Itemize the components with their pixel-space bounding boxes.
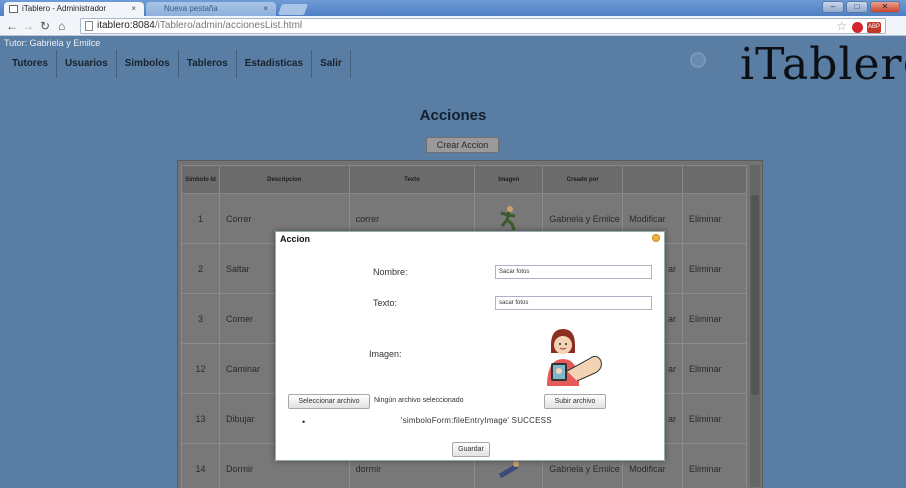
- menu-item-usuarios[interactable]: Usuarios: [57, 50, 117, 78]
- screen: iTablero - Administrador × Nueva pestaña…: [0, 0, 906, 488]
- extension-icon[interactable]: [852, 22, 863, 33]
- dialog-close-icon[interactable]: [652, 234, 660, 242]
- cell-id: 14: [181, 443, 220, 488]
- selfie-photo-icon: [541, 323, 609, 386]
- tutor-label: Tutor: Gabriela y Emilce: [4, 38, 101, 48]
- upload-file-button[interactable]: Subir archivo: [544, 394, 606, 409]
- delete-link[interactable]: Eliminar: [682, 393, 747, 444]
- imagen-label: Imagen:: [369, 349, 402, 359]
- upload-success-message: 'simboloForm:fileEntryImage' SUCCESS: [401, 416, 552, 425]
- col-header-modificar: [622, 165, 684, 194]
- delete-link[interactable]: Eliminar: [682, 193, 747, 244]
- file-status-text: Ningún archivo seleccionado: [374, 397, 464, 404]
- tab-label: Nueva pestaña: [164, 4, 218, 13]
- url-path: /iTablero/admin/accionesList.html: [154, 20, 303, 31]
- forward-arrow-icon[interactable]: →: [22, 19, 34, 33]
- nombre-label: Nombre:: [373, 267, 408, 277]
- home-icon[interactable]: ⌂: [58, 19, 65, 33]
- main-menu: Tutores Usuarios Simbolos Tableros Estad…: [4, 50, 351, 78]
- bullet-icon: •: [302, 417, 306, 427]
- reload-icon[interactable]: ↻: [40, 19, 50, 33]
- texto-input[interactable]: sacar fotos: [495, 296, 652, 310]
- tab-label: iTablero - Administrador: [22, 4, 107, 13]
- page-icon: [85, 21, 93, 31]
- address-bar[interactable]: itablero:8084/iTablero/admin/accionesLis…: [80, 18, 886, 34]
- dialog-title: Accion: [280, 234, 311, 244]
- delete-link[interactable]: Eliminar: [682, 293, 747, 344]
- table-header-row: Simbolo Id Descripcion Texto Imagen Crea…: [181, 165, 747, 194]
- col-header-eliminar: [682, 165, 747, 194]
- save-button[interactable]: Guardar: [452, 442, 490, 457]
- delete-link[interactable]: Eliminar: [682, 343, 747, 394]
- delete-link[interactable]: Eliminar: [682, 443, 747, 488]
- col-header-creado-por: Creado por: [542, 165, 624, 194]
- page-favicon-icon: [9, 5, 18, 13]
- browser-tabbar: iTablero - Administrador × Nueva pestaña…: [0, 0, 906, 16]
- window-controls: – □ ✕: [822, 1, 900, 13]
- table-scrollbar[interactable]: [750, 165, 760, 487]
- adblock-icon[interactable]: ABP: [867, 22, 881, 33]
- back-arrow-icon[interactable]: ←: [6, 19, 18, 33]
- new-tab-button[interactable]: [277, 4, 309, 15]
- delete-link[interactable]: Eliminar: [682, 243, 747, 294]
- col-header-imagen: Imagen: [474, 165, 544, 194]
- menu-item-salir[interactable]: Salir: [312, 50, 351, 78]
- url-host: itablero:8084: [97, 20, 155, 31]
- cell-id: 3: [181, 293, 220, 344]
- maximize-button[interactable]: □: [846, 1, 868, 13]
- tab-itablero[interactable]: iTablero - Administrador ×: [4, 2, 144, 16]
- accion-dialog: Accion Nombre: Sacar fotos Texto: sacar …: [275, 231, 665, 461]
- minimize-button[interactable]: –: [822, 1, 844, 13]
- app-header: Tutor: Gabriela y Emilce Tutores Usuario…: [0, 37, 906, 97]
- nombre-input[interactable]: Sacar fotos: [495, 265, 652, 279]
- dialog-header: Accion: [276, 232, 664, 246]
- bookmark-star-icon[interactable]: ☆: [836, 19, 847, 33]
- logo-text: iTabler: [740, 39, 903, 90]
- menu-item-tableros[interactable]: Tableros: [179, 50, 237, 78]
- cell-id: 1: [181, 193, 220, 244]
- tab-close-icon[interactable]: ×: [263, 2, 268, 16]
- running-figure-icon: [497, 204, 521, 230]
- close-window-button[interactable]: ✕: [870, 1, 900, 13]
- cell-id: 13: [181, 393, 220, 444]
- table-scrollbar-thumb[interactable]: [751, 195, 759, 395]
- cell-id: 12: [181, 343, 220, 394]
- col-header-texto: Texto: [348, 165, 476, 194]
- tab-new[interactable]: Nueva pestaña ×: [146, 2, 276, 16]
- menu-item-tutores[interactable]: Tutores: [4, 50, 57, 78]
- browser-toolbar: ← → ↻ ⌂ itablero:8084/iTablero/admin/acc…: [0, 16, 906, 36]
- page-title: Acciones: [419, 107, 487, 124]
- col-header-descripcion: Descripcion: [218, 165, 350, 194]
- tab-close-icon[interactable]: ×: [131, 2, 136, 16]
- create-action-button[interactable]: Crear Accion: [426, 137, 499, 153]
- select-file-button[interactable]: Seleccionar archivo: [288, 394, 370, 409]
- menu-item-estadisticas[interactable]: Estadisticas: [237, 50, 313, 78]
- texto-label: Texto:: [373, 298, 398, 308]
- cell-id: 2: [181, 243, 220, 294]
- col-header-simbolo-id: Simbolo Id: [181, 165, 220, 194]
- menu-item-simbolos[interactable]: Simbolos: [117, 50, 179, 78]
- app-logo: iTabler: [740, 41, 906, 89]
- logo-circle-icon: [690, 52, 706, 68]
